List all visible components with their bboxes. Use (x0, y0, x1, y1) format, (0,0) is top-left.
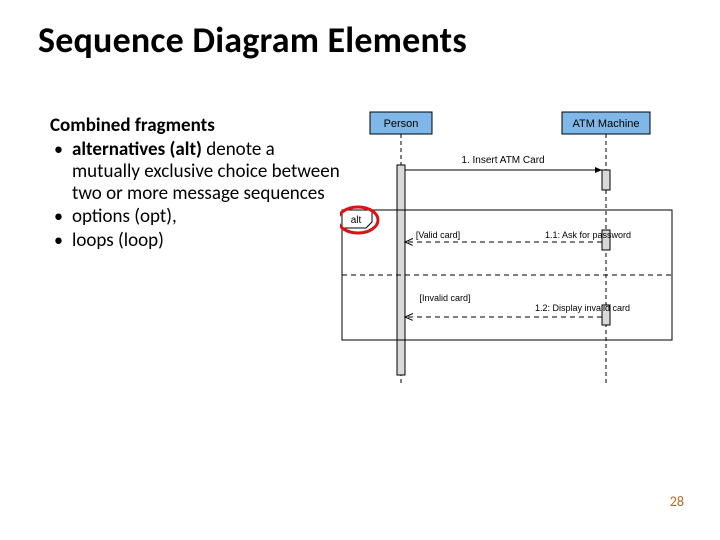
fragment-label: alt (351, 215, 362, 226)
bullet-alternatives: alternatives (alt) denote a mutually exc… (68, 139, 340, 205)
page-number: 28 (670, 493, 684, 510)
activation-atm-1 (602, 170, 610, 190)
guard2-label: [Invalid card] (419, 293, 470, 303)
msg1-label: 1. Insert ATM Card (461, 155, 544, 166)
sequence-diagram-svg: Person ATM Machine 1. Insert ATM Card al… (340, 110, 700, 390)
bullet-options: options (opt), (68, 206, 340, 228)
bullet-alt-strong: alternatives (alt) (72, 138, 202, 161)
msg2-label: 1.1: Ask for password (545, 230, 631, 240)
body-text: Combined fragments alternatives (alt) de… (50, 115, 340, 254)
lifeline-label-person: Person (384, 118, 419, 130)
guard1-label: [Valid card] (416, 230, 460, 240)
activation-person (397, 165, 405, 375)
slide: Sequence Diagram Elements Combined fragm… (0, 0, 720, 540)
bullet-loops: loops (loop) (68, 230, 340, 252)
bullet-list: alternatives (alt) denote a mutually exc… (50, 139, 340, 252)
lifeline-label-atm: ATM Machine (572, 118, 639, 130)
sequence-diagram: Person ATM Machine 1. Insert ATM Card al… (340, 110, 700, 390)
msg3-label: 1.2: Display invalid card (535, 303, 630, 313)
page-title: Sequence Diagram Elements (38, 18, 467, 62)
subhead: Combined fragments (50, 115, 340, 137)
fragment-label-tab: alt (342, 210, 372, 228)
